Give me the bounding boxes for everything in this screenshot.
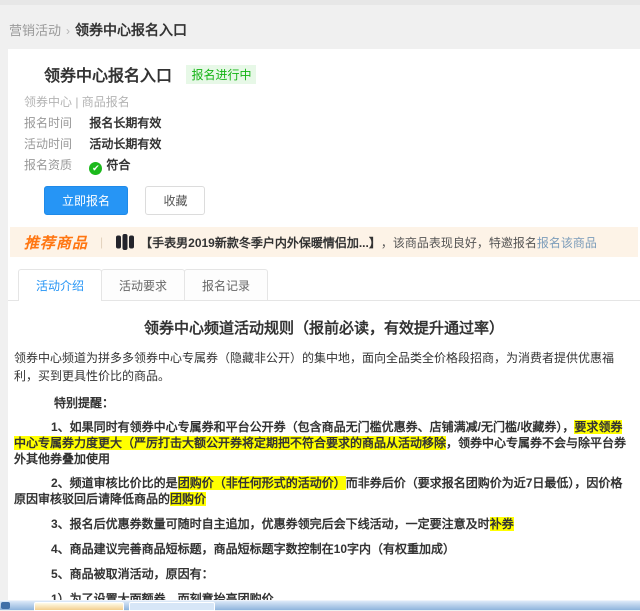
breadcrumb-separator: ›: [66, 24, 71, 38]
recommend-product-title: 【手表男2019新款冬季户内外保暖情侣加...】: [140, 235, 381, 250]
breadcrumb-section[interactable]: 营销活动: [9, 23, 61, 38]
tab-activity-intro[interactable]: 活动介绍: [18, 269, 103, 301]
status-badge: 报名进行中: [186, 65, 257, 84]
activity-card: 领券中心报名入口 报名进行中 领券中心 | 商品报名 报名时间 报名长期有效 活…: [8, 49, 640, 602]
recommend-divider: |: [100, 235, 104, 249]
breadcrumb: 营销活动 › 领券中心报名入口: [0, 0, 640, 49]
taskbar-start-button[interactable]: [1, 602, 10, 609]
activity-title: 领券中心报名入口: [44, 68, 173, 85]
check-circle-icon: ✔: [89, 162, 103, 175]
activity-time-row: 活动时间 活动长期有效: [24, 137, 640, 152]
rule-paragraph: 1、如果同时有领券中心专属券和平台公开券（包含商品无门槛优惠券、店铺满减/无门槛…: [14, 420, 627, 466]
page-title: 领券中心报名入口: [75, 22, 188, 38]
rules-section: 领券中心频道活动规则（报前必读，有效提升通过率） 领券中心频道为拼多多领券中心专…: [8, 301, 640, 602]
rule-paragraph: 2、频道审核比价比的是团购价（非任何形式的活动价）而非券后价（要求报名团购价为近…: [14, 476, 623, 507]
product-thumbnail-icon: [115, 234, 135, 250]
qualification-value: 符合: [106, 158, 131, 172]
apply-now-button[interactable]: 立即报名: [44, 186, 129, 215]
tab-signup-records[interactable]: 报名记录: [184, 269, 269, 300]
recommend-desc: ，该商品表现良好，特邀报名: [380, 235, 537, 250]
rule-paragraph: 3、报名后优惠券数量可随时自主追加，优惠券领完后会下线活动，一定要注意及时补券: [51, 517, 514, 532]
favorite-button[interactable]: 收藏: [145, 186, 206, 215]
activity-subtitle: 领券中心 | 商品报名: [24, 95, 130, 109]
tab-bar: 活动介绍 活动要求 报名记录: [8, 269, 640, 301]
rules-title: 领券中心频道活动规则（报前必读，有效提升通过率）: [143, 320, 504, 337]
qualification-row: 报名资质 ✔ 符合: [24, 158, 640, 175]
recommend-bar: 推荐商品 | 【手表男2019新款冬季户内外保暖情侣加...】 ，该商品表现良好…: [10, 227, 638, 257]
recommend-signup-link[interactable]: 报名该商品: [537, 234, 597, 251]
qualification-label: 报名资质: [24, 158, 73, 172]
activity-time-label: 活动时间: [24, 137, 73, 151]
rule-list: 1、如果同时有领券中心专属券和平台公开券（包含商品无门槛优惠券、店铺满减/无门槛…: [14, 420, 634, 602]
rule-paragraph: 5、商品被取消活动，原因有：: [51, 566, 214, 581]
activity-time-value: 活动长期有效: [89, 137, 162, 151]
rule-paragraph: 4、商品建议完善商品短标题，商品短标题字数控制在10字内（有权重加成）: [51, 541, 456, 556]
rules-intro: 领券中心频道为拼多多领券中心专属券（隐藏非公开）的集中地，面向全品类全价格段招商…: [14, 351, 615, 383]
signup-time-label: 报名时间: [24, 116, 73, 130]
special-reminder-label: 特别提醒：: [54, 396, 115, 410]
tab-activity-requirements[interactable]: 活动要求: [101, 269, 186, 300]
signup-time-row: 报名时间 报名长期有效: [24, 116, 640, 131]
card-title-row: 领券中心报名入口 报名进行中: [44, 62, 640, 86]
os-taskbar: [0, 600, 640, 611]
signup-time-value: 报名长期有效: [89, 116, 162, 130]
recommend-logo: 推荐商品: [24, 234, 89, 252]
action-buttons: 立即报名 收藏: [44, 186, 640, 215]
